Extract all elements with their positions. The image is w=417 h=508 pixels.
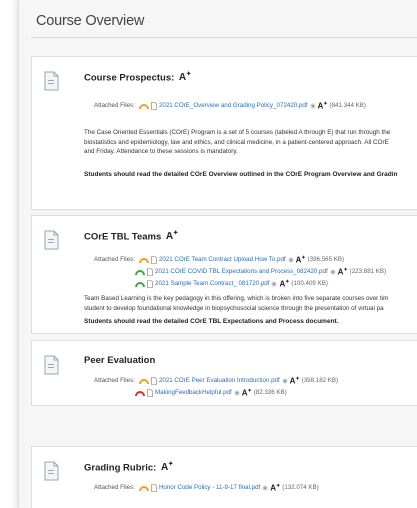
attached-file-row: 2021 COrE COVID TBL Expectations and Pro… bbox=[135, 267, 386, 277]
accessibility-score-gauge-icon[interactable] bbox=[138, 485, 149, 491]
alternative-formats-icon[interactable]: A✦ bbox=[290, 376, 300, 386]
accessibility-score-gauge-icon[interactable] bbox=[138, 378, 149, 384]
file-size: (396.565 KB) bbox=[307, 256, 345, 264]
attached-files-row: Attached Files: 2021 COrE Team Contract … bbox=[94, 255, 344, 265]
item-title[interactable]: Grading Rubric: A✦ bbox=[84, 461, 173, 473]
content-item-tbl-teams: COrE TBL Teams A✦ Attached Files: 2021 C… bbox=[31, 215, 417, 334]
item-title[interactable]: Peer Evaluation bbox=[84, 355, 155, 366]
file-link[interactable]: MakingFeedbackHelpful.pdf bbox=[155, 389, 232, 396]
file-link[interactable]: 2021 COrE COVID TBL Expectations and Pro… bbox=[155, 268, 328, 275]
attached-files-row: Attached Files: 2021 COrE_Overview and G… bbox=[94, 101, 366, 111]
attached-files-row: Attached Files: 2021 COrE Peer Evaluatio… bbox=[94, 376, 338, 386]
file-icon bbox=[151, 377, 157, 385]
alternative-formats-icon[interactable]: A✦ bbox=[161, 462, 173, 473]
file-size: (82.336 KB) bbox=[253, 389, 287, 397]
item-title[interactable]: Course Prospectus: A✦ bbox=[84, 71, 191, 83]
file-icon bbox=[151, 256, 157, 264]
preview-eye-icon[interactable] bbox=[330, 269, 336, 275]
description-line: The Case Oriented Essentials (COrE) Prog… bbox=[84, 129, 391, 136]
alternative-formats-icon[interactable]: A✦ bbox=[179, 72, 191, 83]
title-divider bbox=[31, 37, 417, 38]
alternative-formats-icon[interactable]: A✦ bbox=[279, 279, 289, 289]
attached-files-label: Attached Files: bbox=[94, 102, 135, 110]
file-link[interactable]: 2021 COrE Peer Evaluation Introduction.p… bbox=[159, 377, 280, 384]
file-link[interactable]: 2021 COrE Team Contract Upload How To.pd… bbox=[159, 256, 286, 263]
alternative-formats-icon[interactable]: A✦ bbox=[338, 267, 348, 277]
document-icon[interactable] bbox=[44, 355, 59, 375]
preview-eye-icon[interactable] bbox=[271, 281, 278, 287]
attached-file-row: MakingFeedbackHelpful.pdf A✦ (82.336 KB) bbox=[135, 388, 287, 398]
alternative-formats-icon[interactable]: A✦ bbox=[318, 101, 328, 111]
preview-eye-icon[interactable] bbox=[288, 257, 294, 263]
file-link[interactable]: 2021 Sample Team Contract_ 081720.pdf bbox=[155, 280, 269, 287]
attached-files-label: Attached Files: bbox=[94, 484, 135, 492]
attached-file-row: 2021 Sample Team Contract_ 081720.pdf A✦… bbox=[135, 279, 328, 289]
preview-eye-icon[interactable] bbox=[282, 378, 288, 384]
preview-eye-icon[interactable] bbox=[262, 485, 268, 491]
accessibility-score-gauge-icon[interactable] bbox=[138, 257, 149, 263]
preview-eye-icon[interactable] bbox=[309, 103, 316, 109]
attached-files-label: Attached Files: bbox=[94, 377, 135, 385]
item-description: The Case Oriented Essentials (COrE) Prog… bbox=[84, 128, 417, 157]
accessibility-score-gauge-icon[interactable] bbox=[138, 103, 149, 109]
attached-files-row: Attached Files: Honor Code Policy - 11-9… bbox=[94, 483, 319, 493]
content-item-course-prospectus: Course Prospectus: A✦ Attached Files: 20… bbox=[31, 56, 417, 210]
file-icon bbox=[147, 268, 153, 276]
alternative-formats-icon[interactable]: A✦ bbox=[296, 255, 306, 265]
course-overview-page: Course Overview Course Prospectus: A✦ At… bbox=[18, 0, 417, 508]
document-icon[interactable] bbox=[44, 71, 59, 91]
document-icon[interactable] bbox=[44, 230, 59, 250]
item-title[interactable]: COrE TBL Teams A✦ bbox=[84, 230, 178, 242]
document-icon[interactable] bbox=[44, 461, 59, 481]
accessibility-score-gauge-icon[interactable] bbox=[135, 269, 145, 275]
file-link[interactable]: Honor Code Policy - 11-9-17 final.pdf bbox=[159, 484, 260, 491]
item-note: Students should read the detailed COrE T… bbox=[84, 318, 339, 325]
file-size: (223.881 KB) bbox=[349, 268, 387, 276]
file-size: (132.074 KB) bbox=[282, 484, 319, 492]
description-line: and Friday. Attendance to these sessions… bbox=[84, 148, 238, 155]
preview-eye-icon[interactable] bbox=[234, 390, 240, 396]
attached-files-label: Attached Files: bbox=[94, 256, 135, 264]
content-item-grading-rubric: Grading Rubric: A✦ Attached Files: Honor… bbox=[31, 446, 417, 508]
item-title-text[interactable]: Peer Evaluation bbox=[84, 355, 155, 366]
accessibility-score-gauge-icon[interactable] bbox=[135, 281, 145, 287]
file-icon bbox=[147, 389, 153, 397]
file-icon bbox=[151, 484, 157, 492]
file-size: (841.344 KB) bbox=[329, 102, 366, 110]
description-line: Team Based Learning is the key pedagogy … bbox=[84, 295, 389, 302]
file-link[interactable]: 2021 COrE_Overview and Grading Policy_07… bbox=[159, 102, 308, 109]
item-note: Students should read the detailed COrE O… bbox=[84, 171, 398, 178]
file-size: (100.409 KB) bbox=[291, 280, 328, 288]
alternative-formats-icon[interactable]: A✦ bbox=[242, 388, 252, 398]
file-icon bbox=[151, 102, 157, 110]
item-title-text[interactable]: COrE TBL Teams bbox=[84, 231, 161, 242]
description-line: student to develop foundational knowledg… bbox=[84, 304, 384, 312]
file-size: (398.182 KB) bbox=[301, 377, 339, 385]
item-title-text[interactable]: Course Prospectus: bbox=[84, 72, 174, 83]
item-title-text[interactable]: Grading Rubric: bbox=[84, 462, 156, 473]
page-title: Course Overview bbox=[36, 13, 145, 29]
alternative-formats-icon[interactable]: A✦ bbox=[270, 483, 280, 493]
accessibility-score-gauge-icon[interactable] bbox=[135, 390, 145, 396]
file-icon bbox=[147, 280, 153, 288]
item-description: Team Based Learning is the key pedagogy … bbox=[84, 294, 417, 313]
alternative-formats-icon[interactable]: A✦ bbox=[166, 231, 178, 242]
description-line: biostatistics and epidemiology, law and … bbox=[84, 138, 389, 146]
content-item-peer-evaluation: Peer Evaluation Attached Files: 2021 COr… bbox=[31, 340, 417, 406]
